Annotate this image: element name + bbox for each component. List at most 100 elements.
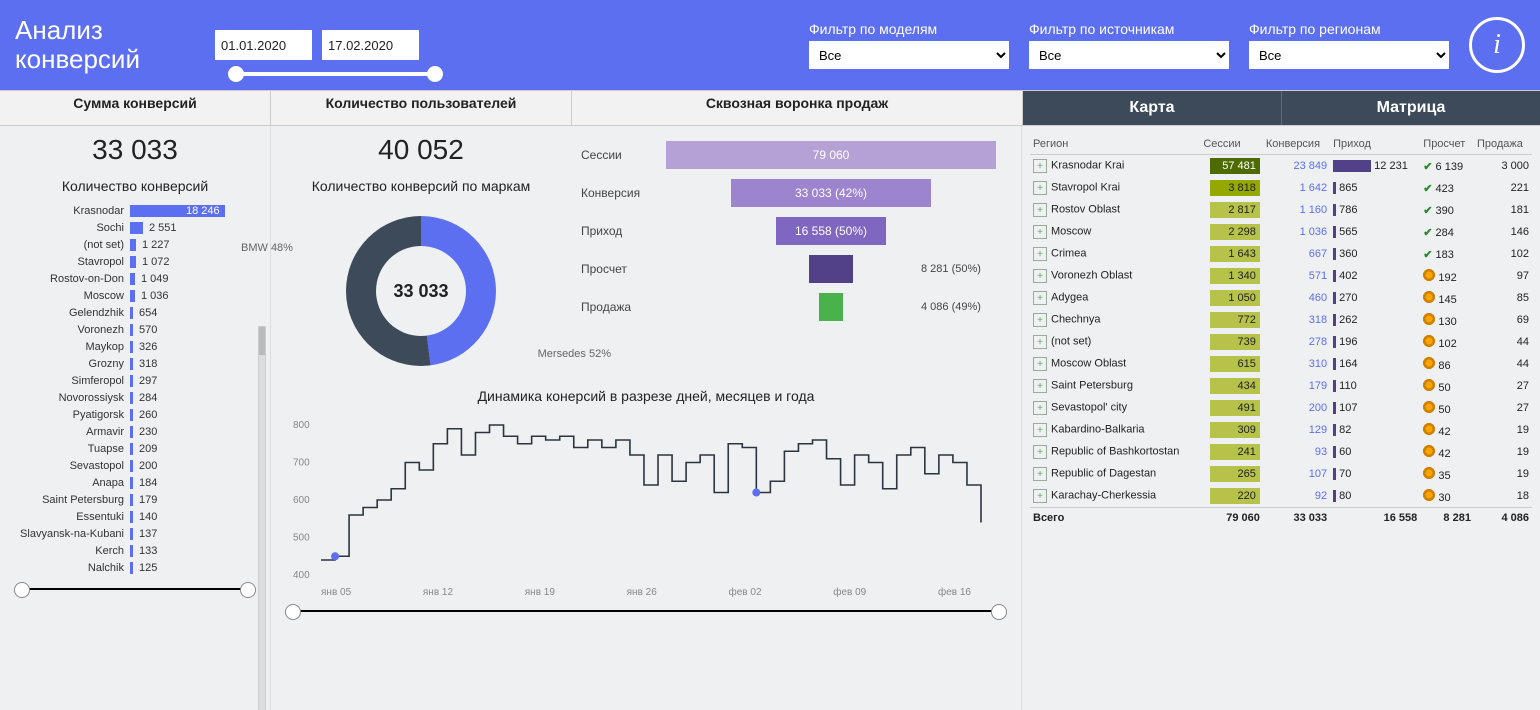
warn-icon: [1423, 489, 1435, 501]
funnel-row: Продажа4 086 (49%): [581, 288, 1001, 326]
filter-sources: Фильтр по источникам Все: [1029, 21, 1229, 69]
slider-knob-right[interactable]: [240, 582, 256, 598]
funnel-chart: Сессии79 060Конверсия33 033 (42%)Приход1…: [571, 126, 1021, 326]
date-to-input[interactable]: [322, 30, 419, 60]
slider-knob-left[interactable]: [228, 66, 244, 82]
matrix-row: +Republic of Dagestan 265 107 70 35 19: [1030, 463, 1532, 485]
matrix-row: +Saint Petersburg 434 179 110 50 27: [1030, 375, 1532, 397]
expand-icon[interactable]: +: [1033, 269, 1047, 283]
city-bar-row: Essentuki140: [4, 508, 266, 525]
expand-icon[interactable]: +: [1033, 423, 1047, 437]
city-bars-scrollbar[interactable]: [258, 326, 266, 710]
matrix-row: +Karachay-Cherkessia 220 92 80 30 18: [1030, 485, 1532, 508]
date-range-slider[interactable]: [232, 72, 439, 76]
city-range-slider[interactable]: [20, 588, 250, 590]
timeline-range-slider[interactable]: [291, 610, 1001, 612]
date-range: [215, 30, 419, 60]
city-bar-row: Grozny318: [4, 355, 266, 372]
kpi-funnel-label: Сквозная воронка продаж: [572, 91, 1023, 125]
tab-map[interactable]: Карта: [1023, 91, 1281, 125]
funnel-row: Конверсия33 033 (42%): [581, 174, 1001, 212]
expand-icon[interactable]: +: [1033, 445, 1047, 459]
city-bar-row: Pyatigorsk260: [4, 406, 266, 423]
matrix-row: +Sevastopol' city 491 200 107 50 27: [1030, 397, 1532, 419]
city-bar-row: Sochi2 551: [4, 219, 266, 236]
matrix-row: +Rostov Oblast 2 817 1 160 786 ✔ 390 181: [1030, 199, 1532, 221]
expand-icon[interactable]: +: [1033, 335, 1047, 349]
filter-regions-select[interactable]: Все: [1249, 41, 1449, 69]
warn-icon: [1423, 423, 1435, 435]
filter-sources-label: Фильтр по источникам: [1029, 21, 1229, 37]
city-bar-row: Kerch133: [4, 542, 266, 559]
city-bar-row: Sevastopol200: [4, 457, 266, 474]
tab-matrix[interactable]: Матрица: [1281, 91, 1540, 125]
timeline-title: Динамика конерсий в разрезе дней, месяце…: [271, 384, 1021, 412]
expand-icon[interactable]: +: [1033, 467, 1047, 481]
matrix-row: +Stavropol Krai 3 818 1 642 865 ✔ 423 22…: [1030, 177, 1532, 199]
kpi-users-label: Количество пользователей: [271, 91, 572, 125]
warn-icon: [1423, 357, 1435, 369]
city-bar-row: Nalchik125: [4, 559, 266, 576]
filter-regions: Фильтр по регионам Все: [1249, 21, 1449, 69]
check-icon: ✔: [1423, 227, 1432, 239]
matrix-row: +Moscow Oblast 615 310 164 86 44: [1030, 353, 1532, 375]
region-matrix: РегионСессииКонверсияПриходПросчетПродаж…: [1022, 126, 1540, 527]
filter-models-label: Фильтр по моделям: [809, 21, 1009, 37]
warn-icon: [1423, 313, 1435, 325]
city-bar-row: Maykop326: [4, 338, 266, 355]
expand-icon[interactable]: +: [1033, 159, 1047, 173]
check-icon: ✔: [1423, 205, 1432, 217]
header-bar: Анализ конверсий Фильтр по моделям Все Ф…: [0, 0, 1540, 90]
svg-text:800: 800: [293, 420, 310, 431]
donut-center-value: 33 033: [393, 281, 448, 302]
check-icon: ✔: [1423, 249, 1432, 261]
kpi-sum-value: 33 033: [0, 126, 270, 174]
city-bar-row: Voronezh570: [4, 321, 266, 338]
expand-icon[interactable]: +: [1033, 401, 1047, 415]
city-bars-title: Количество конверсий: [0, 174, 270, 202]
expand-icon[interactable]: +: [1033, 489, 1047, 503]
filter-models-select[interactable]: Все: [809, 41, 1009, 69]
kpi-sum-label: Сумма конверсий: [0, 91, 271, 125]
expand-icon[interactable]: +: [1033, 181, 1047, 195]
date-from-input[interactable]: [215, 30, 312, 60]
expand-icon[interactable]: +: [1033, 225, 1047, 239]
filter-regions-label: Фильтр по регионам: [1249, 21, 1449, 37]
matrix-row: +Adygea 1 050 460 270 145 85: [1030, 287, 1532, 309]
svg-text:600: 600: [293, 495, 310, 506]
matrix-row: +Kabardino-Balkaria 309 129 82 42 19: [1030, 419, 1532, 441]
expand-icon[interactable]: +: [1033, 313, 1047, 327]
info-button[interactable]: i: [1469, 17, 1525, 73]
slider-knob-right[interactable]: [991, 604, 1007, 620]
expand-icon[interactable]: +: [1033, 357, 1047, 371]
slider-knob-right[interactable]: [427, 66, 443, 82]
city-bar-row: Slavyansk-na-Kubani137: [4, 525, 266, 542]
city-bar-row: Rostov-on-Don1 049: [4, 270, 266, 287]
expand-icon[interactable]: +: [1033, 379, 1047, 393]
city-bar-row: Novorossiysk284: [4, 389, 266, 406]
kpi-users-value: 40 052: [271, 126, 571, 174]
city-bar-row: Krasnodar18 246: [4, 202, 266, 219]
city-bar-row: (not set)1 227: [4, 236, 266, 253]
svg-text:500: 500: [293, 533, 310, 544]
warn-icon: [1423, 445, 1435, 457]
slider-knob-left[interactable]: [285, 604, 301, 620]
donut-label-mersedes: Mersedes 52%: [538, 348, 611, 360]
matrix-row: +Moscow 2 298 1 036 565 ✔ 284 146: [1030, 221, 1532, 243]
city-bar-row: Tuapse209: [4, 440, 266, 457]
filter-sources-select[interactable]: Все: [1029, 41, 1229, 69]
donut-title: Количество конверсий по маркам: [271, 174, 571, 202]
expand-icon[interactable]: +: [1033, 203, 1047, 217]
funnel-row: Просчет8 281 (50%): [581, 250, 1001, 288]
expand-icon[interactable]: +: [1033, 291, 1047, 305]
slider-knob-left[interactable]: [14, 582, 30, 598]
donut-chart: 33 033 BMW 48% Mersedes 52%: [271, 212, 571, 370]
warn-icon: [1423, 269, 1435, 281]
filter-models: Фильтр по моделям Все: [809, 21, 1009, 69]
svg-text:700: 700: [293, 458, 310, 469]
donut-label-bmw: BMW 48%: [241, 242, 293, 254]
city-bar-row: Armavir230: [4, 423, 266, 440]
matrix-row: +Chechnya 772 318 262 130 69: [1030, 309, 1532, 331]
expand-icon[interactable]: +: [1033, 247, 1047, 261]
kpi-header-row: Сумма конверсий Количество пользователей…: [0, 90, 1540, 126]
